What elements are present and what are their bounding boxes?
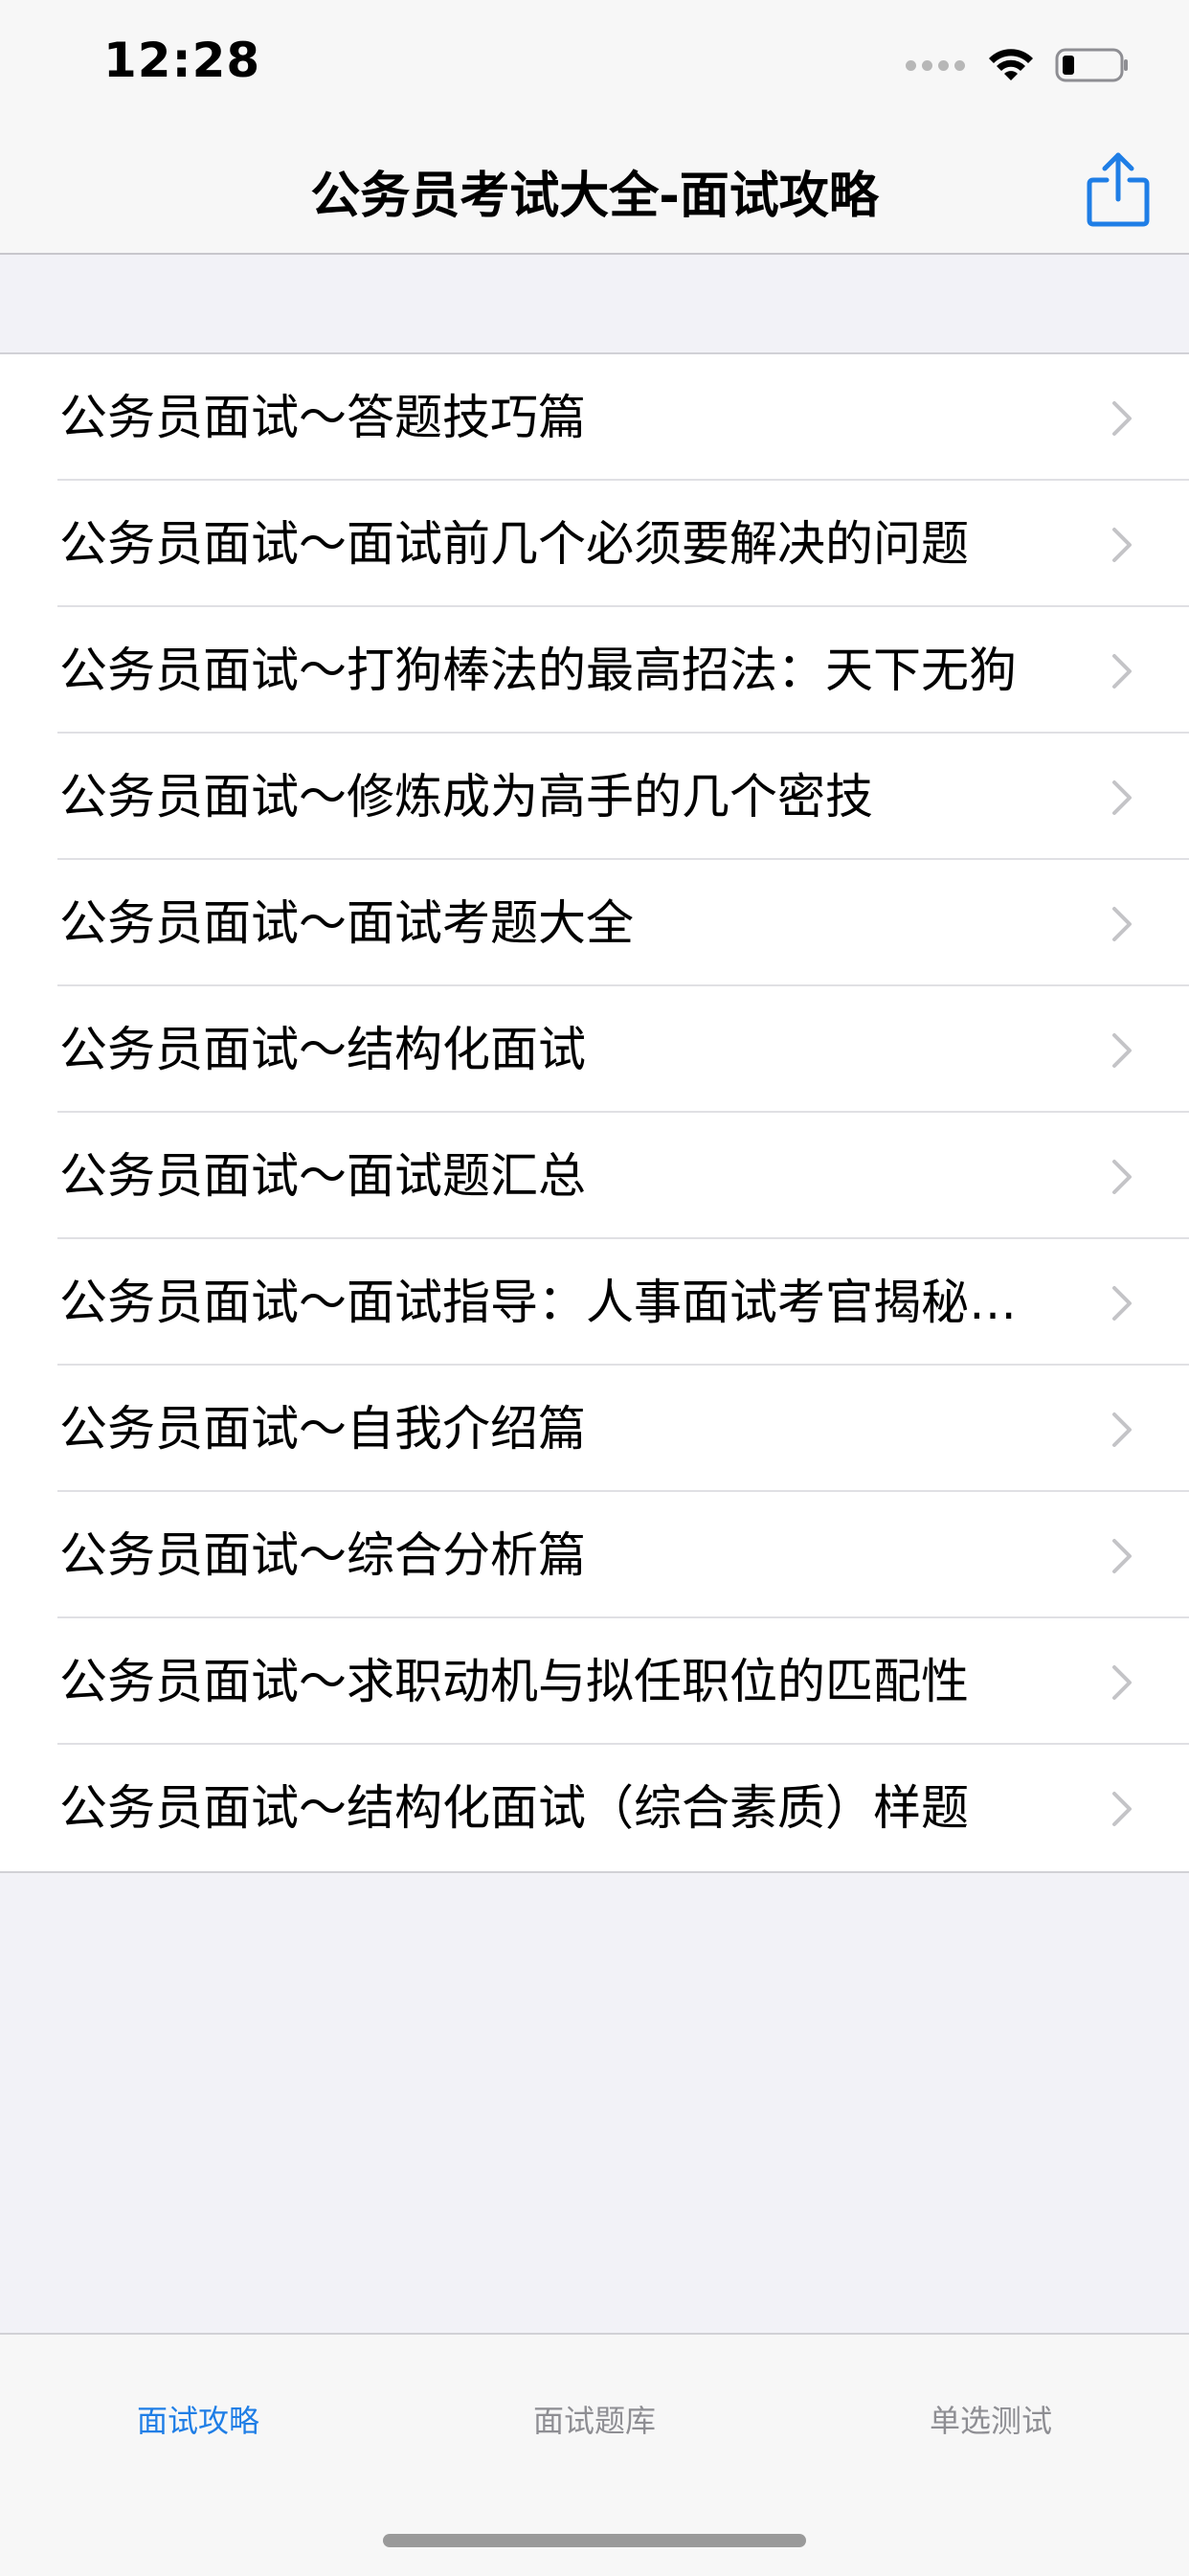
list-item-label: 公务员面试～结构化面试 [59, 1022, 586, 1077]
list-item-label: 公务员面试～面试前几个必须要解决的问题 [59, 516, 969, 572]
list-item-label: 公务员面试～打狗棒法的最高招法：天下无狗 [59, 643, 1017, 698]
list-item[interactable]: 公务员面试～面试题汇总 [0, 1113, 1189, 1239]
list-item[interactable]: 公务员面试～面试指导：人事面试考官揭秘… [0, 1239, 1189, 1366]
chevron-right-icon [1112, 1665, 1132, 1700]
list-item[interactable]: 公务员面试～求职动机与拟任职位的匹配性 [0, 1618, 1189, 1745]
status-time: 12:28 [103, 33, 261, 88]
wifi-icon [989, 49, 1033, 80]
page-title: 公务员考试大全-面试攻略 [310, 168, 879, 225]
list-item[interactable]: 公务员面试～修炼成为高手的几个密技 [0, 734, 1189, 860]
list-item[interactable]: 公务员面试～综合分析篇 [0, 1492, 1189, 1618]
list-item[interactable]: 公务员面试～答题技巧篇 [0, 354, 1189, 481]
list-item-label: 公务员面试～自我介绍篇 [59, 1401, 586, 1457]
signal-dots-icon [906, 59, 965, 71]
list-item[interactable]: 公务员面试～结构化面试（综合素质）样题 [0, 1745, 1189, 1871]
navigation-bar: 公务员考试大全-面试攻略 [0, 126, 1189, 255]
list-item-label: 公务员面试～求职动机与拟任职位的匹配性 [59, 1654, 969, 1709]
status-bar: 12:28 [0, 0, 1189, 126]
battery-icon [1055, 48, 1128, 82]
list-item-label: 公务员面试～面试题汇总 [59, 1148, 586, 1204]
list-item-label: 公务员面试～面试指导：人事面试考官揭秘… [59, 1275, 1017, 1330]
status-icons [906, 46, 1130, 84]
chevron-right-icon [1112, 780, 1132, 815]
list-item-label: 公务员面试～综合分析篇 [59, 1527, 586, 1583]
list-item-label: 公务员面试～结构化面试（综合素质）样题 [59, 1780, 969, 1836]
article-list: 公务员面试～答题技巧篇 公务员面试～面试前几个必须要解决的问题 公务员面试～打狗… [0, 352, 1189, 1873]
chevron-right-icon [1112, 528, 1132, 562]
tab-single-choice-test[interactable]: 单选测试 [793, 2392, 1189, 2450]
list-item-label: 公务员面试～答题技巧篇 [59, 390, 586, 445]
list-item[interactable]: 公务员面试～打狗棒法的最高招法：天下无狗 [0, 607, 1189, 734]
list-item-label: 公务员面试～面试考题大全 [59, 895, 634, 951]
chevron-right-icon [1112, 907, 1132, 941]
list-item[interactable]: 公务员面试～面试考题大全 [0, 860, 1189, 986]
list-item[interactable]: 公务员面试～结构化面试 [0, 986, 1189, 1113]
chevron-right-icon [1112, 1412, 1132, 1447]
list-item[interactable]: 公务员面试～面试前几个必须要解决的问题 [0, 481, 1189, 607]
chevron-right-icon [1112, 1539, 1132, 1573]
share-icon[interactable] [1082, 149, 1155, 230]
home-indicator[interactable] [383, 2534, 806, 2547]
chevron-right-icon [1112, 1160, 1132, 1194]
tab-interview-guide[interactable]: 面试攻略 [0, 2392, 396, 2450]
chevron-right-icon [1112, 401, 1132, 436]
list-item-label: 公务员面试～修炼成为高手的几个密技 [59, 769, 873, 825]
chevron-right-icon [1112, 1792, 1132, 1826]
list-item[interactable]: 公务员面试～自我介绍篇 [0, 1366, 1189, 1492]
chevron-right-icon [1112, 1286, 1132, 1321]
tab-interview-questions[interactable]: 面试题库 [396, 2392, 793, 2450]
chevron-right-icon [1112, 654, 1132, 689]
chevron-right-icon [1112, 1033, 1132, 1068]
